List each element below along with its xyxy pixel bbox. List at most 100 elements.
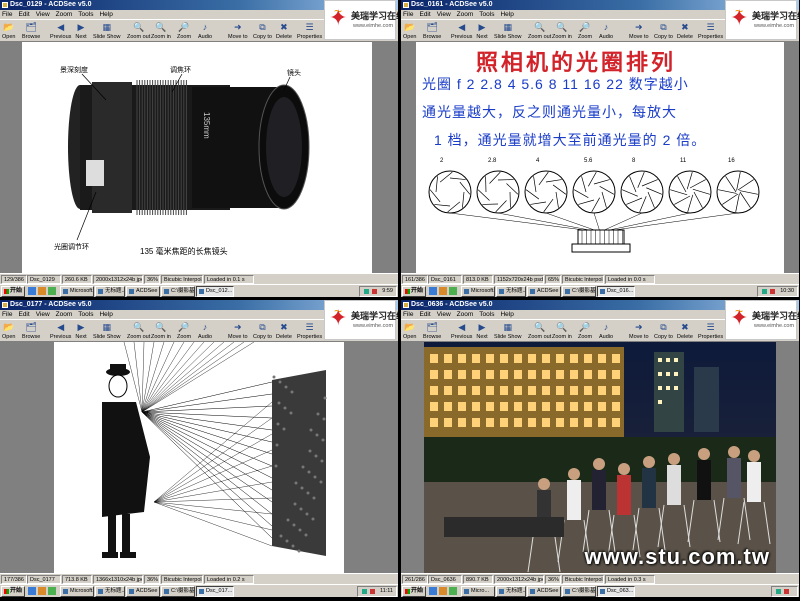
image-viewer[interactable] [0, 342, 398, 573]
desktop-icon[interactable] [429, 287, 437, 295]
taskbar-button[interactable]: 无标题... [95, 286, 125, 297]
image-viewer[interactable]: 照相机的光圈排列 光圈 f 2 2.8 4 5.6 8 11 16 22 数字越小… [401, 42, 799, 273]
open-button[interactable]: 📂 Open [403, 321, 416, 342]
desktop-icon[interactable] [429, 587, 437, 595]
properties-button[interactable]: ☰ Properties [698, 21, 723, 42]
previous-button[interactable]: ◀ Previous [50, 321, 71, 342]
quicklaunch-icon[interactable] [449, 587, 457, 595]
open-button[interactable]: 📂 Open [2, 321, 15, 342]
taskbar-button[interactable]: C:\摄影基... [562, 586, 596, 597]
taskbar-button[interactable]: Microsoft... [461, 286, 495, 297]
tray-volume-icon[interactable] [370, 589, 376, 594]
delete-button[interactable]: ✖ Delete [276, 321, 292, 342]
zoom-button[interactable]: 🔎 Zoom [177, 21, 191, 42]
audio-button[interactable]: ♪ Audio [599, 21, 613, 42]
quicklaunch-icon[interactable] [449, 287, 457, 295]
delete-button[interactable]: ✖ Delete [276, 21, 292, 42]
zoom-out-button[interactable]: 🔍 Zoom out [127, 321, 150, 342]
zoom-out-button[interactable]: 🔍 Zoom out [528, 321, 551, 342]
tray-network-icon[interactable] [762, 289, 768, 294]
previous-button[interactable]: ◀ Previous [50, 21, 71, 42]
copy-to-button[interactable]: ⧉ Copy to [654, 21, 673, 42]
browse-button[interactable]: 🗂 Browse [423, 21, 441, 42]
taskbar-button[interactable]: ACDSee ... [527, 586, 561, 597]
desktop-icon[interactable] [28, 587, 36, 595]
menu-zoom[interactable]: Zoom [56, 11, 73, 18]
tray-network-icon[interactable] [776, 589, 781, 594]
quicklaunch-icon[interactable] [48, 587, 56, 595]
move-to-button[interactable]: ➜ Move to [629, 21, 649, 42]
browse-button[interactable]: 🗂 Browse [22, 321, 40, 342]
open-button[interactable]: 📂 Open [2, 21, 15, 42]
delete-button[interactable]: ✖ Delete [677, 21, 693, 42]
menu-help[interactable]: Help [500, 11, 513, 18]
menu-file[interactable]: File [2, 311, 12, 318]
open-button[interactable]: 📂 Open [403, 21, 416, 42]
slide-show-button[interactable]: ▦ Slide Show [494, 21, 522, 42]
start-button[interactable]: 开始 [1, 286, 25, 297]
zoom-button[interactable]: 🔎 Zoom [578, 21, 592, 42]
start-button[interactable]: 开始 [402, 286, 426, 297]
move-to-button[interactable]: ➜ Move to [629, 321, 649, 342]
next-button[interactable]: ▶ Next [75, 21, 87, 42]
browse-button[interactable]: 🗂 Browse [423, 321, 441, 342]
menu-tools[interactable]: Tools [479, 11, 494, 18]
quicklaunch-icon[interactable] [48, 287, 56, 295]
taskbar-button[interactable]: C:\摄影基... [161, 286, 195, 297]
menu-view[interactable]: View [36, 11, 50, 18]
taskbar-button[interactable]: C:\摄影基... [161, 586, 195, 597]
menu-zoom[interactable]: Zoom [457, 311, 474, 318]
menu-edit[interactable]: Edit [419, 311, 430, 318]
start-button[interactable]: 开始 [1, 586, 25, 597]
menu-edit[interactable]: Edit [419, 11, 430, 18]
menu-edit[interactable]: Edit [18, 11, 29, 18]
menu-file[interactable]: File [2, 11, 12, 18]
browser-icon[interactable] [439, 287, 447, 295]
slide-show-button[interactable]: ▦ Slide Show [494, 321, 522, 342]
taskbar-button[interactable]: Micro... [461, 586, 495, 597]
next-button[interactable]: ▶ Next [476, 21, 488, 42]
audio-button[interactable]: ♪ Audio [599, 321, 613, 342]
properties-button[interactable]: ☰ Properties [297, 21, 322, 42]
zoom-button[interactable]: 🔎 Zoom [177, 321, 191, 342]
menu-view[interactable]: View [437, 311, 451, 318]
menu-help[interactable]: Help [500, 311, 513, 318]
start-button[interactable]: 开始 [402, 586, 426, 597]
move-to-button[interactable]: ➜ Move to [228, 321, 248, 342]
taskbar-button[interactable]: C:\摄影基... [562, 286, 596, 297]
menu-file[interactable]: File [403, 311, 413, 318]
properties-button[interactable]: ☰ Properties [297, 321, 322, 342]
taskbar-button[interactable]: ACDSee ... [527, 286, 561, 297]
zoom-in-button[interactable]: 🔍 Zoom in [151, 321, 171, 342]
menu-edit[interactable]: Edit [18, 311, 29, 318]
tray-volume-icon[interactable] [372, 289, 378, 294]
browser-icon[interactable] [38, 587, 46, 595]
copy-to-button[interactable]: ⧉ Copy to [253, 21, 272, 42]
taskbar-button[interactable]: 无标题... [496, 586, 526, 597]
image-viewer[interactable]: www.stu.com.tw [401, 342, 799, 573]
audio-button[interactable]: ♪ Audio [198, 21, 212, 42]
tray-network-icon[interactable] [364, 289, 370, 294]
previous-button[interactable]: ◀ Previous [451, 321, 472, 342]
taskbar-button[interactable]: 无标题... [496, 286, 526, 297]
taskbar-button[interactable]: Dsc_012... [196, 286, 234, 297]
zoom-in-button[interactable]: 🔍 Zoom in [151, 21, 171, 42]
menu-tools[interactable]: Tools [78, 311, 93, 318]
menu-file[interactable]: File [403, 11, 413, 18]
next-button[interactable]: ▶ Next [75, 321, 87, 342]
zoom-in-button[interactable]: 🔍 Zoom in [552, 21, 572, 42]
tray-volume-icon[interactable] [770, 289, 776, 294]
zoom-out-button[interactable]: 🔍 Zoom out [127, 21, 150, 42]
copy-to-button[interactable]: ⧉ Copy to [253, 321, 272, 342]
menu-tools[interactable]: Tools [479, 311, 494, 318]
copy-to-button[interactable]: ⧉ Copy to [654, 321, 673, 342]
taskbar-button[interactable]: Dsc_063... [597, 586, 635, 597]
zoom-button[interactable]: 🔎 Zoom [578, 321, 592, 342]
tray-network-icon[interactable] [362, 589, 368, 594]
delete-button[interactable]: ✖ Delete [677, 321, 693, 342]
menu-view[interactable]: View [437, 11, 451, 18]
browser-icon[interactable] [38, 287, 46, 295]
browse-button[interactable]: 🗂 Browse [22, 21, 40, 42]
browser-icon[interactable] [439, 587, 447, 595]
move-to-button[interactable]: ➜ Move to [228, 21, 248, 42]
